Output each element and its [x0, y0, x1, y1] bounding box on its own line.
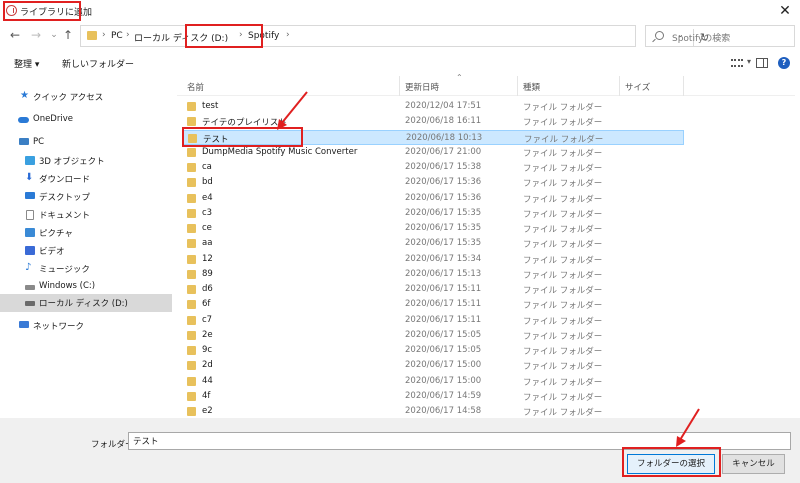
annotation-arrow-line: [280, 91, 308, 125]
annotation-arrows: [277, 91, 700, 447]
annotation-arrow-line: [679, 408, 700, 441]
annotation-arrow-head: [277, 119, 287, 130]
